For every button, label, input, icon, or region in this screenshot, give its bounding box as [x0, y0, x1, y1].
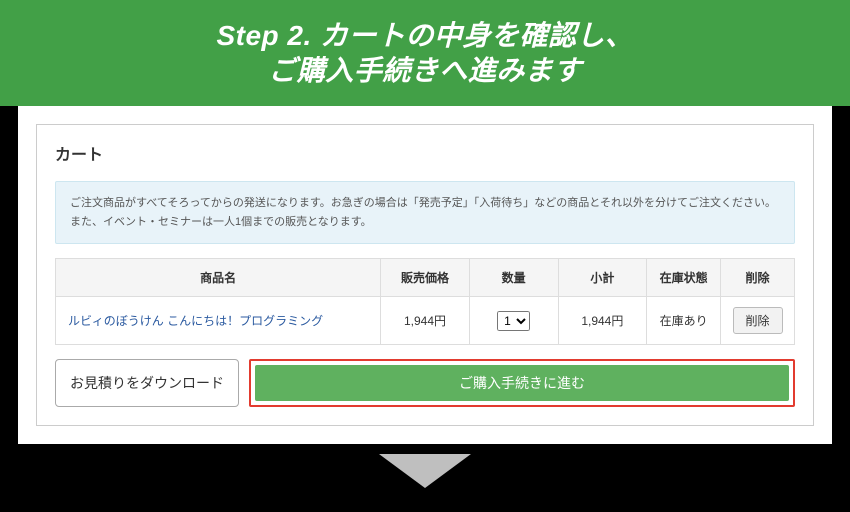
table-row: ルビィのぼうけん こんにちは！プログラミング 1,944円 1 1,944円 在…	[56, 297, 795, 345]
col-name: 商品名	[56, 259, 381, 297]
cart-box: カート ご注文商品がすべてそろってからの発送になります。お急ぎの場合は「発売予定…	[36, 124, 814, 426]
cell-stock: 在庫あり	[647, 297, 721, 345]
cart-title: カート	[55, 141, 795, 165]
cell-qty: 1	[469, 297, 558, 345]
step-banner-line2: ご購入手続きへ進みます	[0, 53, 850, 88]
col-delete: 削除	[721, 259, 795, 297]
cart-notice-line2: また、イベント・セミナーは一人1個までの販売となります。	[70, 213, 780, 232]
cell-name: ルビィのぼうけん こんにちは！プログラミング	[56, 297, 381, 345]
cell-price: 1,944円	[381, 297, 470, 345]
step-banner: Step 2. カートの中身を確認し、 ご購入手続きへ進みます	[0, 0, 850, 106]
product-link[interactable]: ルビィのぼうけん こんにちは！プログラミング	[68, 314, 323, 328]
cart-table: 商品名 販売価格 数量 小計 在庫状態 削除 ルビィのぼうけん こんにちは！プロ…	[55, 258, 795, 345]
step-banner-line1: Step 2. カートの中身を確認し、	[0, 18, 850, 53]
qty-select[interactable]: 1	[497, 311, 530, 331]
col-qty: 数量	[469, 259, 558, 297]
card: カート ご注文商品がすべてそろってからの発送になります。お急ぎの場合は「発売予定…	[18, 106, 832, 444]
col-subtotal: 小計	[558, 259, 647, 297]
arrow-area	[0, 454, 850, 488]
cart-notice: ご注文商品がすべてそろってからの発送になります。お急ぎの場合は「発売予定」「入荷…	[55, 181, 795, 244]
delete-button[interactable]: 削除	[733, 307, 783, 334]
proceed-highlight: ご購入手続きに進む	[249, 359, 795, 407]
arrow-down-icon	[379, 454, 471, 488]
cell-subtotal: 1,944円	[558, 297, 647, 345]
cell-delete: 削除	[721, 297, 795, 345]
col-price: 販売価格	[381, 259, 470, 297]
cart-header-row: 商品名 販売価格 数量 小計 在庫状態 削除	[56, 259, 795, 297]
download-quote-button[interactable]: お見積りをダウンロード	[55, 359, 239, 407]
proceed-checkout-button[interactable]: ご購入手続きに進む	[255, 365, 789, 401]
cart-notice-line1: ご注文商品がすべてそろってからの発送になります。お急ぎの場合は「発売予定」「入荷…	[70, 194, 780, 213]
col-stock: 在庫状態	[647, 259, 721, 297]
action-row: お見積りをダウンロード ご購入手続きに進む	[55, 359, 795, 407]
